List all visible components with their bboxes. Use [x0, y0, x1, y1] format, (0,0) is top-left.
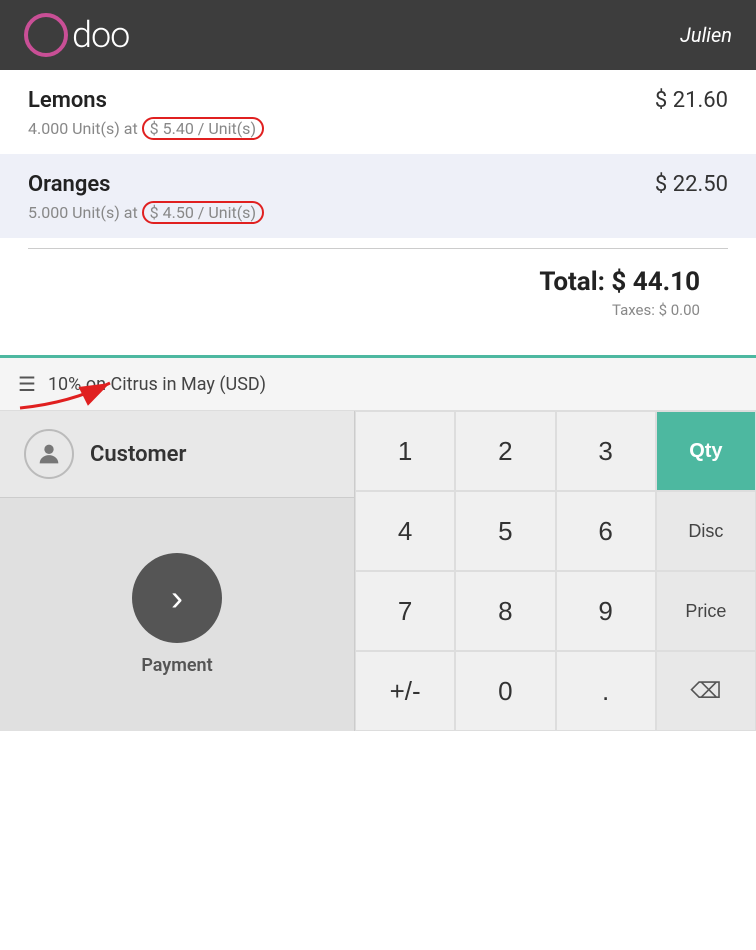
key-4[interactable]: 4 — [355, 491, 455, 571]
key-backspace[interactable]: ⌫ — [656, 651, 756, 731]
total-value: $ 44.10 — [611, 267, 700, 297]
item-total-lemons: $ 21.60 — [655, 88, 728, 113]
item-details-lemons: Lemons 4.000 Unit(s) at $ 5.40 / Unit(s) — [28, 88, 655, 140]
item-qty-oranges: 5.000 Unit(s) at — [28, 203, 142, 222]
total-section: Total: $ 44.10 Taxes: $ 0.00 — [28, 248, 728, 339]
taxes-label: Taxes: — [612, 301, 655, 319]
key-plusminus[interactable]: +/- — [355, 651, 455, 731]
order-section: Lemons 4.000 Unit(s) at $ 5.40 / Unit(s)… — [0, 70, 756, 339]
key-7[interactable]: 7 — [355, 571, 455, 651]
item-sub-oranges: 5.000 Unit(s) at $ 4.50 / Unit(s) — [28, 201, 655, 224]
item-price-highlight-lemons: $ 5.40 / Unit(s) — [142, 117, 264, 140]
pos-section: ☰ 10% on Citrus in May (USD) Customer › … — [0, 355, 756, 731]
key-0[interactable]: 0 — [455, 651, 555, 731]
taxes-line: Taxes: $ 0.00 — [56, 301, 700, 319]
numpad-grid: 1 2 3 Qty 4 5 6 Disc 7 8 9 Price +/- 0 .… — [355, 411, 756, 731]
discount-bar: ☰ 10% on Citrus in May (USD) — [0, 358, 756, 411]
item-name-oranges: Oranges — [28, 172, 655, 197]
item-details-oranges: Oranges 5.000 Unit(s) at $ 4.50 / Unit(s… — [28, 172, 655, 224]
key-9[interactable]: 9 — [556, 571, 656, 651]
header: doo Julien — [0, 0, 756, 70]
key-2[interactable]: 2 — [455, 411, 555, 491]
key-5[interactable]: 5 — [455, 491, 555, 571]
key-disc[interactable]: Disc — [656, 491, 756, 571]
logo: doo — [24, 13, 129, 57]
logo-text: doo — [72, 14, 129, 56]
discount-text: 10% on Citrus in May (USD) — [48, 374, 266, 395]
key-3[interactable]: 3 — [556, 411, 656, 491]
item-qty-lemons: 4.000 Unit(s) at — [28, 119, 142, 138]
payment-button[interactable]: › — [132, 553, 222, 643]
item-sub-lemons: 4.000 Unit(s) at $ 5.40 / Unit(s) — [28, 117, 655, 140]
key-1[interactable]: 1 — [355, 411, 455, 491]
key-8[interactable]: 8 — [455, 571, 555, 651]
payment-label: Payment — [141, 655, 212, 676]
payment-area: › Payment — [0, 498, 354, 731]
taxes-value: $ 0.00 — [659, 301, 700, 319]
payment-chevron-icon: › — [171, 580, 183, 616]
key-price[interactable]: Price — [656, 571, 756, 651]
item-total-oranges: $ 22.50 — [655, 172, 728, 197]
order-item-lemons[interactable]: Lemons 4.000 Unit(s) at $ 5.40 / Unit(s)… — [0, 70, 756, 154]
grid-icon: ☰ — [18, 372, 36, 396]
key-qty[interactable]: Qty — [656, 411, 756, 491]
left-panel: Customer › Payment — [0, 411, 355, 731]
total-line: Total: $ 44.10 — [56, 267, 700, 297]
customer-avatar-icon — [24, 429, 74, 479]
item-name-lemons: Lemons — [28, 88, 655, 113]
order-item-oranges[interactable]: Oranges 5.000 Unit(s) at $ 4.50 / Unit(s… — [0, 154, 756, 238]
customer-label: Customer — [90, 442, 186, 467]
user-name: Julien — [680, 23, 732, 47]
key-6[interactable]: 6 — [556, 491, 656, 571]
backspace-icon: ⌫ — [690, 678, 721, 704]
logo-circle — [24, 13, 68, 57]
key-dot[interactable]: . — [556, 651, 656, 731]
total-label: Total: — [539, 267, 605, 297]
customer-row[interactable]: Customer — [0, 411, 354, 498]
item-price-highlight-oranges: $ 4.50 / Unit(s) — [142, 201, 264, 224]
numpad-container: Customer › Payment 1 2 3 Qty 4 5 6 Disc … — [0, 411, 756, 731]
